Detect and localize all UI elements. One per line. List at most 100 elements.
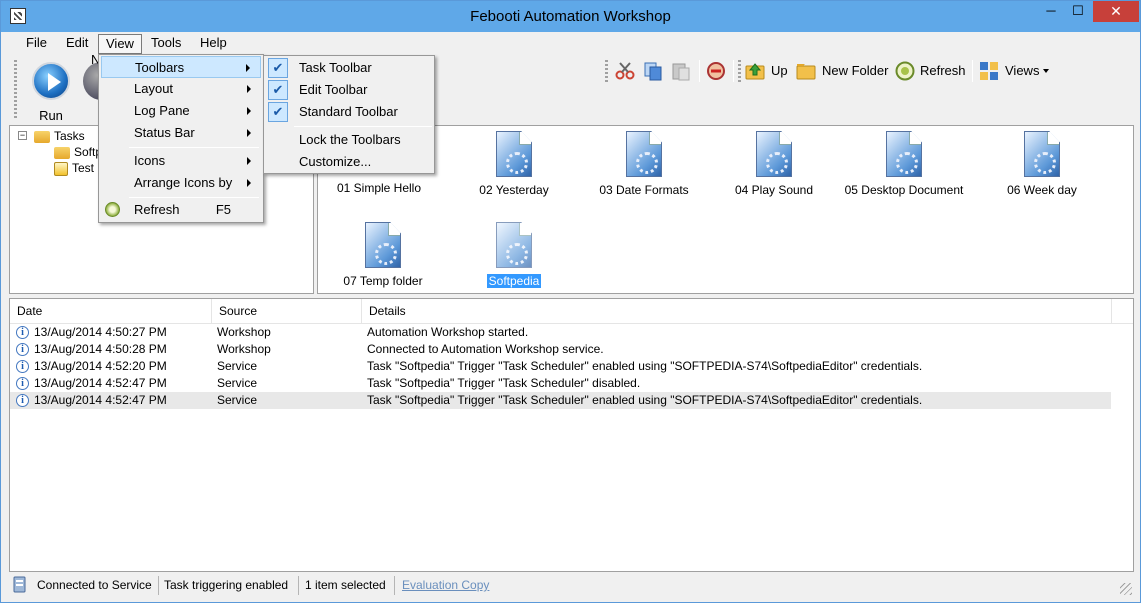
- collapse-icon[interactable]: −: [18, 131, 27, 140]
- tree-node-label: Test: [72, 161, 95, 175]
- folder-up-icon[interactable]: [744, 60, 766, 82]
- file-item[interactable]: 04 Play Sound: [709, 131, 839, 197]
- menu-item-task-toolbar[interactable]: ✔ Task Toolbar: [266, 57, 432, 79]
- menu-item-edit-toolbar[interactable]: ✔ Edit Toolbar: [266, 79, 432, 101]
- tree-node-label: Tasks: [54, 129, 85, 143]
- file-item[interactable]: 03 Date Formats: [579, 131, 709, 197]
- submenu-arrow-icon: [247, 85, 251, 93]
- task-file-icon: [886, 131, 922, 177]
- log-row[interactable]: i 13/Aug/2014 4:52:20 PM Service Task "S…: [10, 358, 1111, 375]
- menu-item-arrange-icons[interactable]: Arrange Icons by: [101, 172, 261, 194]
- menu-item-standard-toolbar[interactable]: ✔ Standard Toolbar: [266, 101, 432, 123]
- menu-help[interactable]: Help: [193, 34, 234, 54]
- task-file-icon: [626, 131, 662, 177]
- log-date: 13/Aug/2014 4:52:20 PM: [34, 359, 167, 373]
- tree-node-softpedia[interactable]: Softp: [54, 144, 102, 160]
- file-item[interactable]: 06 Week day: [977, 131, 1107, 197]
- close-button[interactable]: ✕: [1093, 1, 1139, 22]
- log-source: Workshop: [217, 325, 271, 339]
- refresh-button[interactable]: Refresh: [920, 63, 966, 78]
- log-details: Automation Workshop started.: [367, 325, 529, 339]
- new-folder-icon[interactable]: [795, 60, 817, 82]
- paste-icon[interactable]: [670, 60, 692, 82]
- menu-tools[interactable]: Tools: [144, 34, 188, 54]
- menu-separator: [129, 197, 259, 198]
- menu-item-status-bar[interactable]: Status Bar: [101, 122, 261, 144]
- submenu-arrow-icon: [247, 157, 251, 165]
- log-details: Connected to Automation Workshop service…: [367, 342, 604, 356]
- tree-node-test[interactable]: Test: [54, 160, 94, 176]
- log-row[interactable]: i 13/Aug/2014 4:52:47 PM Service Task "S…: [10, 375, 1111, 392]
- log-row[interactable]: i 13/Aug/2014 4:50:28 PM Workshop Connec…: [10, 341, 1111, 358]
- views-button[interactable]: Views: [1005, 63, 1039, 78]
- file-label: 07 Temp folder: [343, 274, 423, 288]
- menu-item-customize[interactable]: Customize...: [266, 151, 432, 173]
- log-date: 13/Aug/2014 4:52:47 PM: [34, 393, 167, 407]
- log-pane[interactable]: Date Source Details i 13/Aug/2014 4:50:2…: [9, 298, 1134, 572]
- menu-view[interactable]: View: [98, 34, 142, 54]
- new-folder-button[interactable]: New Folder: [822, 63, 888, 78]
- menu-item-lock-toolbars[interactable]: Lock the Toolbars: [266, 129, 432, 151]
- copy-icon[interactable]: [642, 60, 664, 82]
- info-icon: i: [16, 394, 29, 407]
- column-header-date[interactable]: Date: [10, 299, 212, 324]
- toolbar-grip[interactable]: [738, 60, 741, 82]
- toolbars-submenu: ✔ Task Toolbar ✔ Edit Toolbar ✔ Standard…: [263, 55, 435, 174]
- log-details: Task "Softpedia" Trigger "Task Scheduler…: [367, 393, 923, 407]
- log-details: Task "Softpedia" Trigger "Task Scheduler…: [367, 359, 923, 373]
- menu-item-shortcut: F5: [215, 202, 231, 217]
- menu-item-label: Edit Toolbar: [299, 82, 368, 97]
- minimize-button[interactable]: ─: [1038, 1, 1064, 22]
- info-icon: i: [16, 343, 29, 356]
- menu-edit[interactable]: Edit: [59, 34, 95, 54]
- scissors-icon[interactable]: [614, 60, 636, 82]
- checkmark-icon: ✔: [268, 102, 288, 122]
- evaluation-copy-link[interactable]: Evaluation Copy: [397, 576, 507, 595]
- refresh-icon[interactable]: [894, 60, 916, 82]
- tree-node-tasks[interactable]: Tasks: [34, 128, 85, 144]
- column-header-source[interactable]: Source: [212, 299, 362, 324]
- menu-item-toolbars[interactable]: Toolbars: [101, 56, 261, 78]
- log-date: 13/Aug/2014 4:52:47 PM: [34, 376, 167, 390]
- title-bar[interactable]: Febooti Automation Workshop ─ ☐ ✕: [1, 1, 1140, 32]
- file-label: 05 Desktop Document: [844, 183, 964, 197]
- standard-toolbar: Up New Folder Refresh Views: [605, 57, 1055, 85]
- refresh-icon: [105, 202, 120, 217]
- file-item[interactable]: 07 Temp folder: [318, 222, 448, 288]
- menu-item-log-pane[interactable]: Log Pane: [101, 100, 261, 122]
- checkmark-icon: ✔: [268, 80, 288, 100]
- window-title: Febooti Automation Workshop: [470, 8, 671, 25]
- menu-item-layout[interactable]: Layout: [101, 78, 261, 100]
- views-icon[interactable]: [978, 60, 1000, 82]
- log-source: Service: [217, 393, 258, 407]
- status-selection: 1 item selected: [300, 576, 395, 595]
- submenu-arrow-icon: [247, 179, 251, 187]
- menu-item-label: Status Bar: [134, 125, 195, 140]
- column-header-details[interactable]: Details: [362, 299, 1112, 324]
- maximize-button[interactable]: ☐: [1065, 1, 1091, 22]
- chevron-down-icon[interactable]: [1043, 69, 1049, 73]
- task-list-view[interactable]: 01 Simple Hello 02 Yesterday 03 Date For…: [317, 125, 1134, 294]
- task-file-icon: [365, 222, 401, 268]
- file-item[interactable]: 05 Desktop Document: [839, 131, 969, 197]
- run-button[interactable]: Run: [29, 60, 73, 124]
- menu-item-refresh[interactable]: Refresh F5: [101, 199, 261, 221]
- play-icon: [32, 62, 70, 100]
- log-header: Date Source Details: [10, 299, 1133, 324]
- file-item-selected[interactable]: Softpedia: [449, 222, 579, 288]
- delete-icon[interactable]: [705, 60, 727, 82]
- toolbar-grip[interactable]: [605, 60, 608, 82]
- info-icon: i: [16, 377, 29, 390]
- file-label: 01 Simple Hello: [336, 181, 422, 195]
- up-button[interactable]: Up: [771, 63, 788, 78]
- menu-file[interactable]: File: [19, 34, 54, 54]
- menu-item-icons[interactable]: Icons: [101, 150, 261, 172]
- toolbar-grip[interactable]: [14, 60, 17, 118]
- menu-bar: File Edit View Tools Help: [9, 33, 1134, 54]
- file-item[interactable]: 01 Simple Hello: [314, 181, 444, 195]
- resize-grip[interactable]: [1120, 583, 1132, 595]
- log-row-selected[interactable]: i 13/Aug/2014 4:52:47 PM Service Task "S…: [10, 392, 1111, 409]
- log-row[interactable]: i 13/Aug/2014 4:50:27 PM Workshop Automa…: [10, 324, 1111, 341]
- file-item[interactable]: 02 Yesterday: [449, 131, 579, 197]
- submenu-arrow-icon: [247, 129, 251, 137]
